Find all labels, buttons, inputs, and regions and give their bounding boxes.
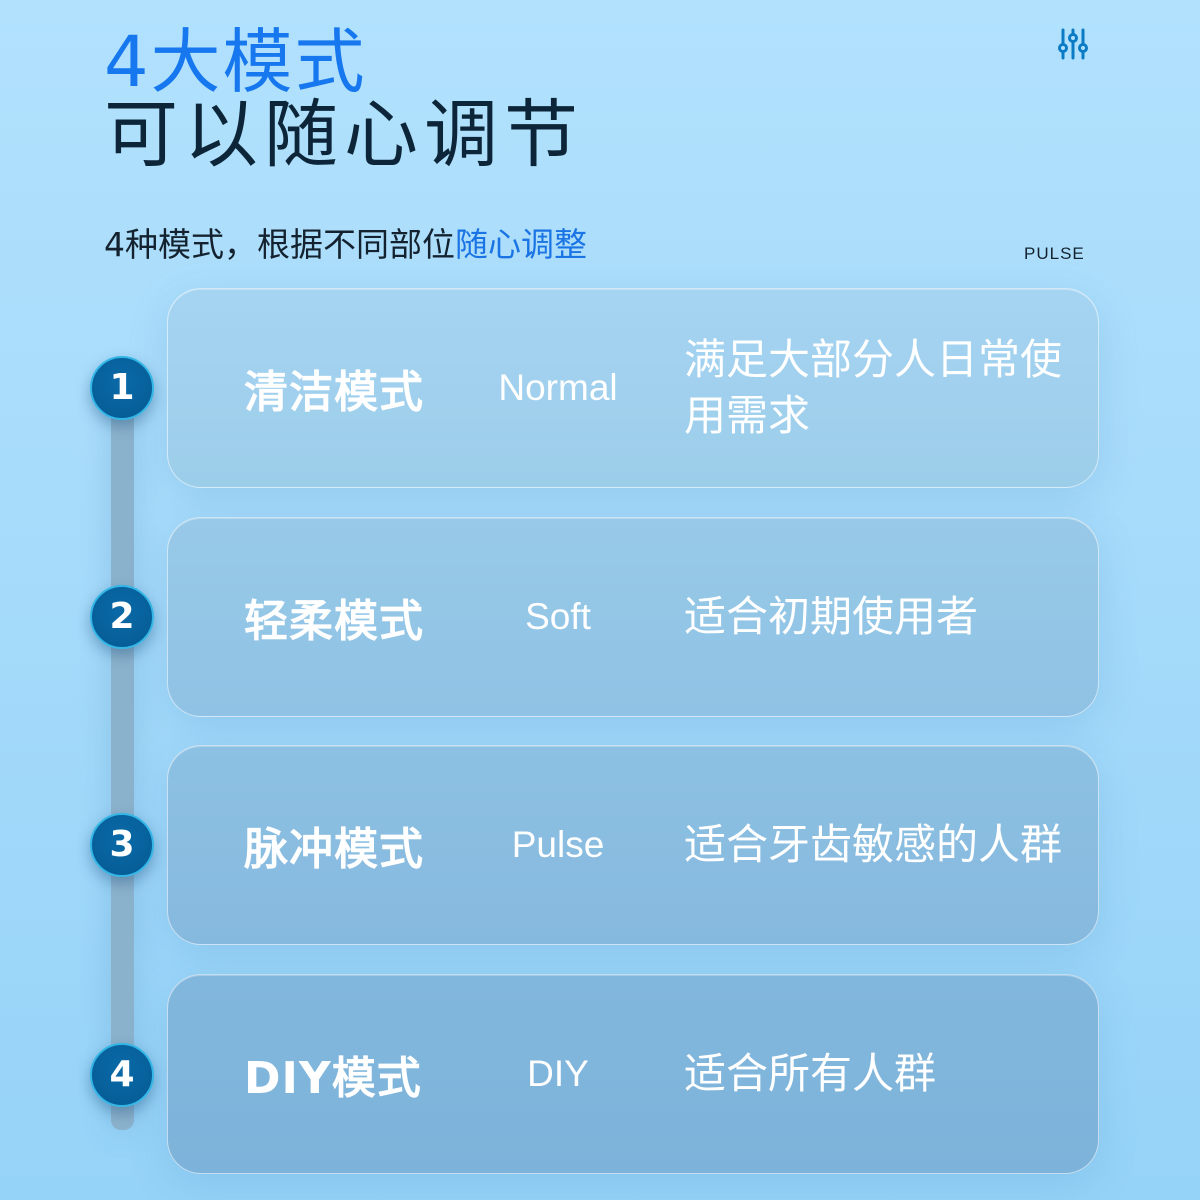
mode-description: 适合初期使用者 [684, 592, 979, 641]
subtitle-text: 4种模式，根据不同部位 [104, 225, 455, 264]
mode-english: DIY [527, 1053, 589, 1094]
mode-card-diy: DIY模式 DIY 适合所有人群 [167, 974, 1099, 1174]
title-accent: 4大模式 [104, 21, 367, 103]
mode-description: 适合所有人群 [684, 1049, 937, 1098]
mode-description: 满足大部分人日常使用需求 [684, 335, 1063, 440]
step-badge-3: 3 [90, 813, 154, 877]
step-badge-4: 4 [90, 1043, 154, 1107]
mode-card-normal: 清洁模式 Normal 满足大部分人日常使用需求 [167, 288, 1099, 488]
step-badge-1: 1 [90, 356, 154, 420]
page-title: 可以随心调节 [104, 92, 584, 178]
mode-card-soft: 轻柔模式 Soft 适合初期使用者 [167, 517, 1099, 717]
mode-english: Normal [498, 367, 618, 408]
mode-name: DIY模式 [244, 1053, 422, 1104]
mode-english: Soft [525, 596, 591, 637]
timeline-track [111, 388, 134, 1130]
mode-card-pulse: 脉冲模式 Pulse 适合牙齿敏感的人群 [167, 745, 1099, 945]
mode-description: 适合牙齿敏感的人群 [684, 820, 1063, 869]
step-badge-2: 2 [90, 585, 154, 649]
mode-name: 轻柔模式 [244, 596, 424, 647]
mode-name: 脉冲模式 [244, 824, 424, 875]
mode-english: Pulse [511, 824, 605, 865]
sliders-icon [1058, 28, 1088, 60]
subtitle-highlight: 随心调整 [455, 225, 587, 264]
mode-name: 清洁模式 [244, 367, 424, 418]
subtitle: 4种模式，根据不同部位随心调整 [104, 224, 587, 266]
pulse-tag: PULSE [1024, 244, 1085, 263]
